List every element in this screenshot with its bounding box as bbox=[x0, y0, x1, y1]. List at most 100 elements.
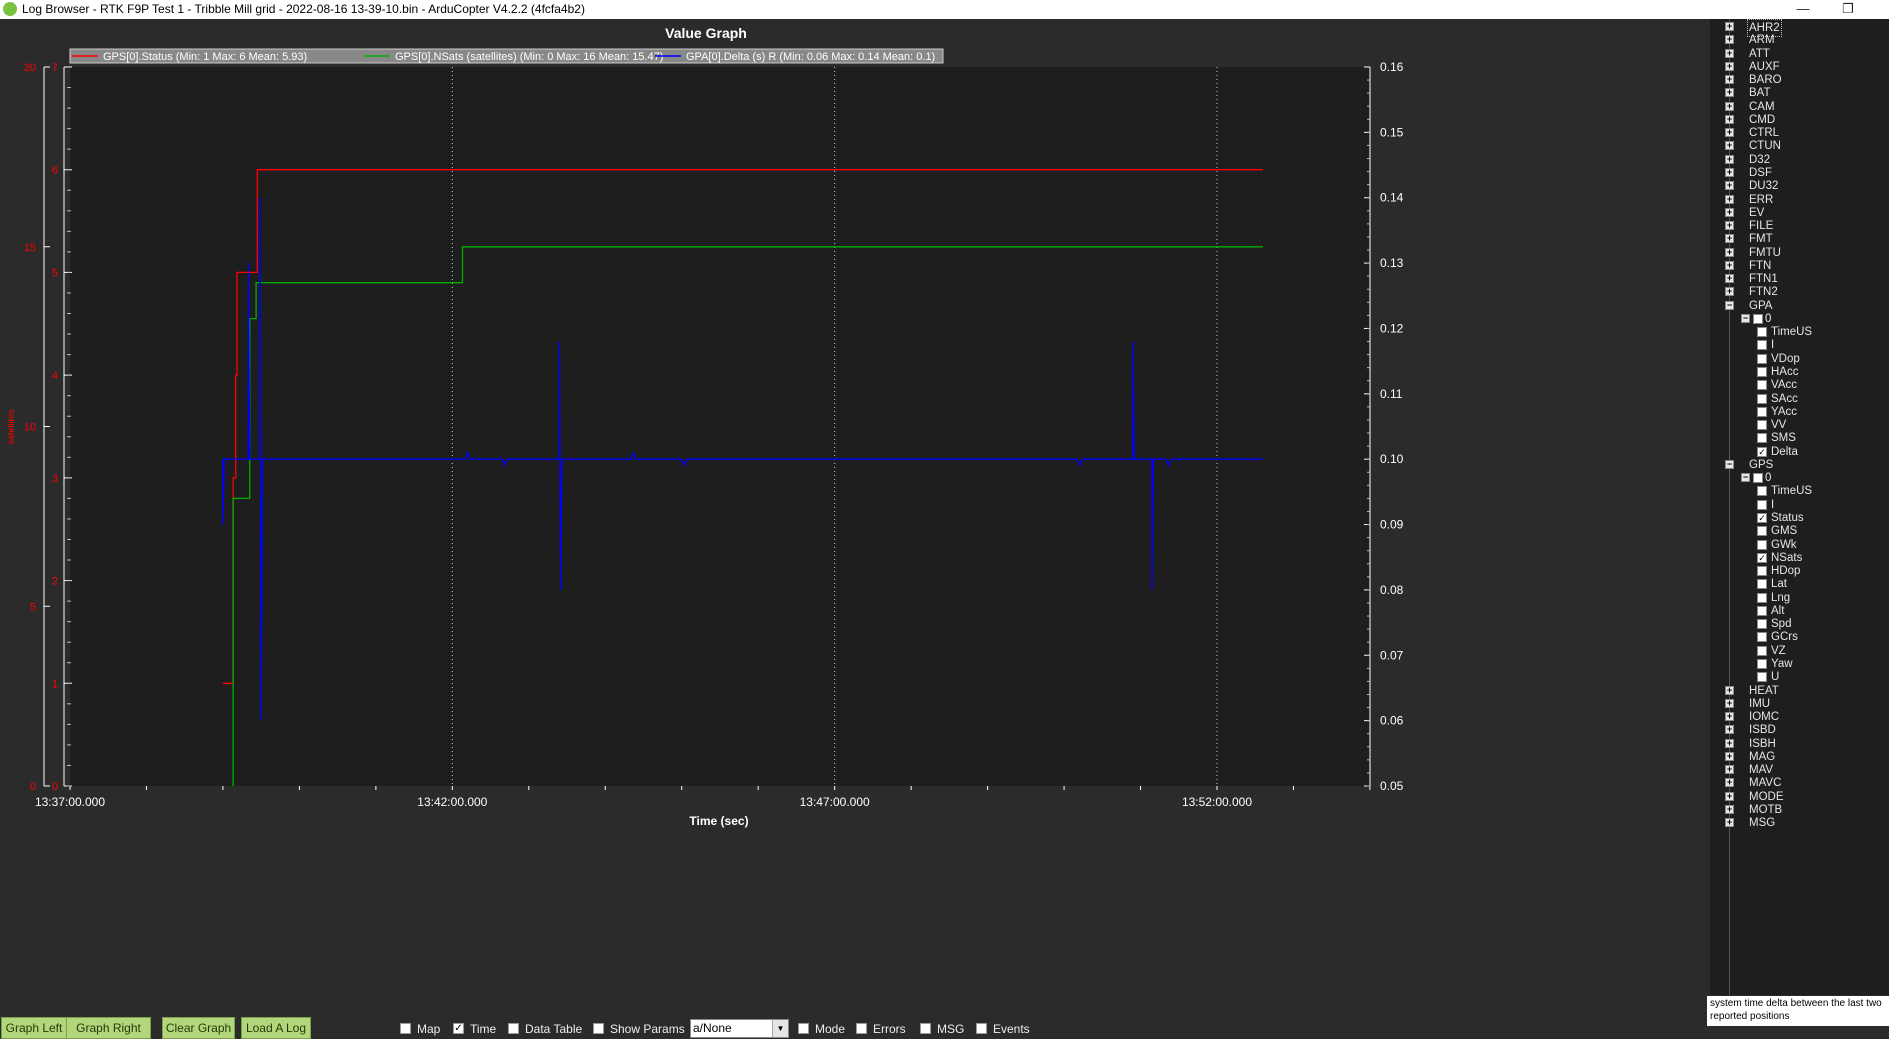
y1-tick-label: 5 bbox=[52, 267, 58, 279]
expand-icon[interactable]: + bbox=[1725, 141, 1734, 151]
log-message-tree[interactable]: + AHR2 + ARM + ATT + AUXF + BARO + BAT + CAM + CMD + CTRL… bbox=[1710, 19, 1889, 995]
tree-checkbox[interactable] bbox=[1757, 592, 1767, 603]
tree-checkbox[interactable] bbox=[1757, 499, 1767, 510]
expand-icon[interactable]: + bbox=[1725, 61, 1734, 71]
bottom-toolbar: Graph Left Graph Right Clear Graph Load A L… bbox=[0, 1003, 1707, 1039]
expand-icon[interactable]: + bbox=[1725, 88, 1734, 98]
y3-tick-label: 0.11 bbox=[1380, 387, 1403, 401]
checkbox-box[interactable] bbox=[508, 1023, 519, 1034]
checkbox-box[interactable] bbox=[976, 1023, 987, 1034]
expand-icon[interactable]: + bbox=[1725, 247, 1734, 257]
tree-checkbox[interactable] bbox=[1757, 579, 1767, 590]
tree-checkbox[interactable] bbox=[1757, 367, 1767, 378]
expand-icon[interactable]: + bbox=[1725, 804, 1734, 814]
load-a-log-button[interactable]: Load A Log bbox=[241, 1017, 311, 1039]
value-graph[interactable]: Value Graph 13:37:00.000 13:42:00.000 13:47… bbox=[0, 19, 1710, 1003]
tree-checkbox[interactable] bbox=[1757, 619, 1767, 630]
y2-tick-label: 10 bbox=[24, 422, 36, 434]
tree-checkbox[interactable] bbox=[1757, 539, 1767, 550]
field-select[interactable]: a/None ▼ bbox=[690, 1019, 789, 1038]
collapse-icon[interactable]: − bbox=[1741, 473, 1750, 483]
collapse-icon[interactable]: − bbox=[1725, 459, 1734, 469]
tree-checkbox[interactable]: ✓ bbox=[1757, 512, 1767, 523]
tree-checkbox[interactable] bbox=[1753, 473, 1763, 484]
expand-icon[interactable]: + bbox=[1725, 287, 1734, 297]
y1-tick-label: 4 bbox=[52, 370, 58, 382]
window-title: Log Browser - RTK F9P Test 1 - Tribble M… bbox=[22, 2, 585, 16]
value-graph-canvas[interactable]: Value Graph 13:37:00.000 13:42:00.000 13:47… bbox=[0, 19, 1710, 1003]
collapse-icon[interactable]: − bbox=[1725, 300, 1734, 310]
checkbox-label: Mode bbox=[815, 1022, 846, 1036]
tree-checkbox[interactable]: ✓ bbox=[1757, 552, 1767, 563]
expand-icon[interactable]: + bbox=[1725, 685, 1734, 695]
tree-checkbox[interactable] bbox=[1757, 486, 1767, 497]
tree-checkbox[interactable] bbox=[1757, 632, 1767, 643]
checkbox-box[interactable] bbox=[856, 1023, 867, 1034]
expand-icon[interactable]: + bbox=[1725, 234, 1734, 244]
expand-icon[interactable]: + bbox=[1725, 48, 1734, 58]
collapse-icon[interactable]: − bbox=[1741, 313, 1750, 323]
expand-icon[interactable]: + bbox=[1725, 818, 1734, 828]
y1-tick-label: 2 bbox=[52, 576, 58, 588]
expand-icon[interactable]: + bbox=[1725, 101, 1734, 111]
tree-checkbox[interactable] bbox=[1757, 340, 1767, 351]
expand-icon[interactable]: + bbox=[1725, 221, 1734, 231]
checkbox-box[interactable] bbox=[593, 1023, 604, 1034]
expand-icon[interactable]: + bbox=[1725, 114, 1734, 124]
tree-checkbox[interactable] bbox=[1757, 393, 1767, 404]
y1-tick-label: 7 bbox=[52, 62, 58, 74]
checkbox-box[interactable] bbox=[798, 1023, 809, 1034]
clear-graph-button[interactable]: Clear Graph bbox=[162, 1017, 235, 1039]
checkbox-box[interactable] bbox=[920, 1023, 931, 1034]
expand-icon[interactable]: + bbox=[1725, 765, 1734, 775]
legend-gpa-delta: GPA[0].Delta (s) R (Min: 0.06 Max: 0.14 … bbox=[686, 51, 935, 63]
minimize-button[interactable]: — bbox=[1785, 0, 1821, 19]
expand-icon[interactable]: + bbox=[1725, 35, 1734, 45]
tree-checkbox[interactable] bbox=[1757, 380, 1767, 391]
expand-icon[interactable]: + bbox=[1725, 274, 1734, 284]
checkbox-box[interactable] bbox=[400, 1023, 411, 1034]
tree-checkbox[interactable] bbox=[1757, 672, 1767, 683]
x-tick-label: 13:47:00.000 bbox=[800, 795, 870, 809]
expand-icon[interactable]: + bbox=[1725, 738, 1734, 748]
graph-right-button[interactable]: Graph Right bbox=[66, 1017, 151, 1039]
expand-icon[interactable]: + bbox=[1725, 260, 1734, 270]
restore-button[interactable]: ❐ bbox=[1830, 0, 1866, 19]
tree-checkbox[interactable] bbox=[1757, 526, 1767, 537]
expand-icon[interactable]: + bbox=[1725, 712, 1734, 722]
expand-icon[interactable]: + bbox=[1725, 154, 1734, 164]
tree-checkbox[interactable]: ✓ bbox=[1757, 446, 1767, 457]
tree-checkbox[interactable] bbox=[1757, 566, 1767, 577]
checkbox-label: Show Params bbox=[610, 1022, 685, 1036]
expand-icon[interactable]: + bbox=[1725, 725, 1734, 735]
y3-tick-label: 0.15 bbox=[1380, 125, 1404, 139]
y2-tick-label: 15 bbox=[24, 242, 36, 254]
tree-checkbox[interactable] bbox=[1753, 313, 1763, 324]
tree-checkbox[interactable] bbox=[1757, 406, 1767, 417]
tree-checkbox[interactable] bbox=[1757, 605, 1767, 616]
expand-icon[interactable]: + bbox=[1725, 751, 1734, 761]
chevron-down-icon[interactable]: ▼ bbox=[772, 1020, 788, 1037]
expand-icon[interactable]: + bbox=[1725, 698, 1734, 708]
tree-checkbox[interactable] bbox=[1757, 353, 1767, 364]
tree-checkbox[interactable] bbox=[1757, 645, 1767, 656]
y1-tick-label: 3 bbox=[52, 473, 58, 485]
tree-checkbox[interactable] bbox=[1757, 658, 1767, 669]
legend-gps-status: GPS[0].Status (Min: 1 Max: 6 Mean: 5.93) bbox=[103, 51, 307, 63]
tree-checkbox[interactable] bbox=[1757, 327, 1767, 338]
expand-icon[interactable]: + bbox=[1725, 167, 1734, 177]
expand-icon[interactable]: + bbox=[1725, 207, 1734, 217]
expand-icon[interactable]: + bbox=[1725, 181, 1734, 191]
expand-icon[interactable]: + bbox=[1725, 791, 1734, 801]
checkbox-label: MSG bbox=[937, 1022, 965, 1036]
checkbox-box[interactable]: ✓ bbox=[453, 1023, 464, 1034]
tree-checkbox[interactable] bbox=[1757, 420, 1767, 431]
y3-tick-label: 0.06 bbox=[1380, 714, 1404, 728]
graph-left-button[interactable]: Graph Left bbox=[1, 1017, 67, 1039]
expand-icon[interactable]: + bbox=[1725, 194, 1734, 204]
expand-icon[interactable]: + bbox=[1725, 22, 1734, 31]
expand-icon[interactable]: + bbox=[1725, 128, 1734, 138]
expand-icon[interactable]: + bbox=[1725, 75, 1734, 85]
tree-checkbox[interactable] bbox=[1757, 433, 1767, 444]
expand-icon[interactable]: + bbox=[1725, 778, 1734, 788]
